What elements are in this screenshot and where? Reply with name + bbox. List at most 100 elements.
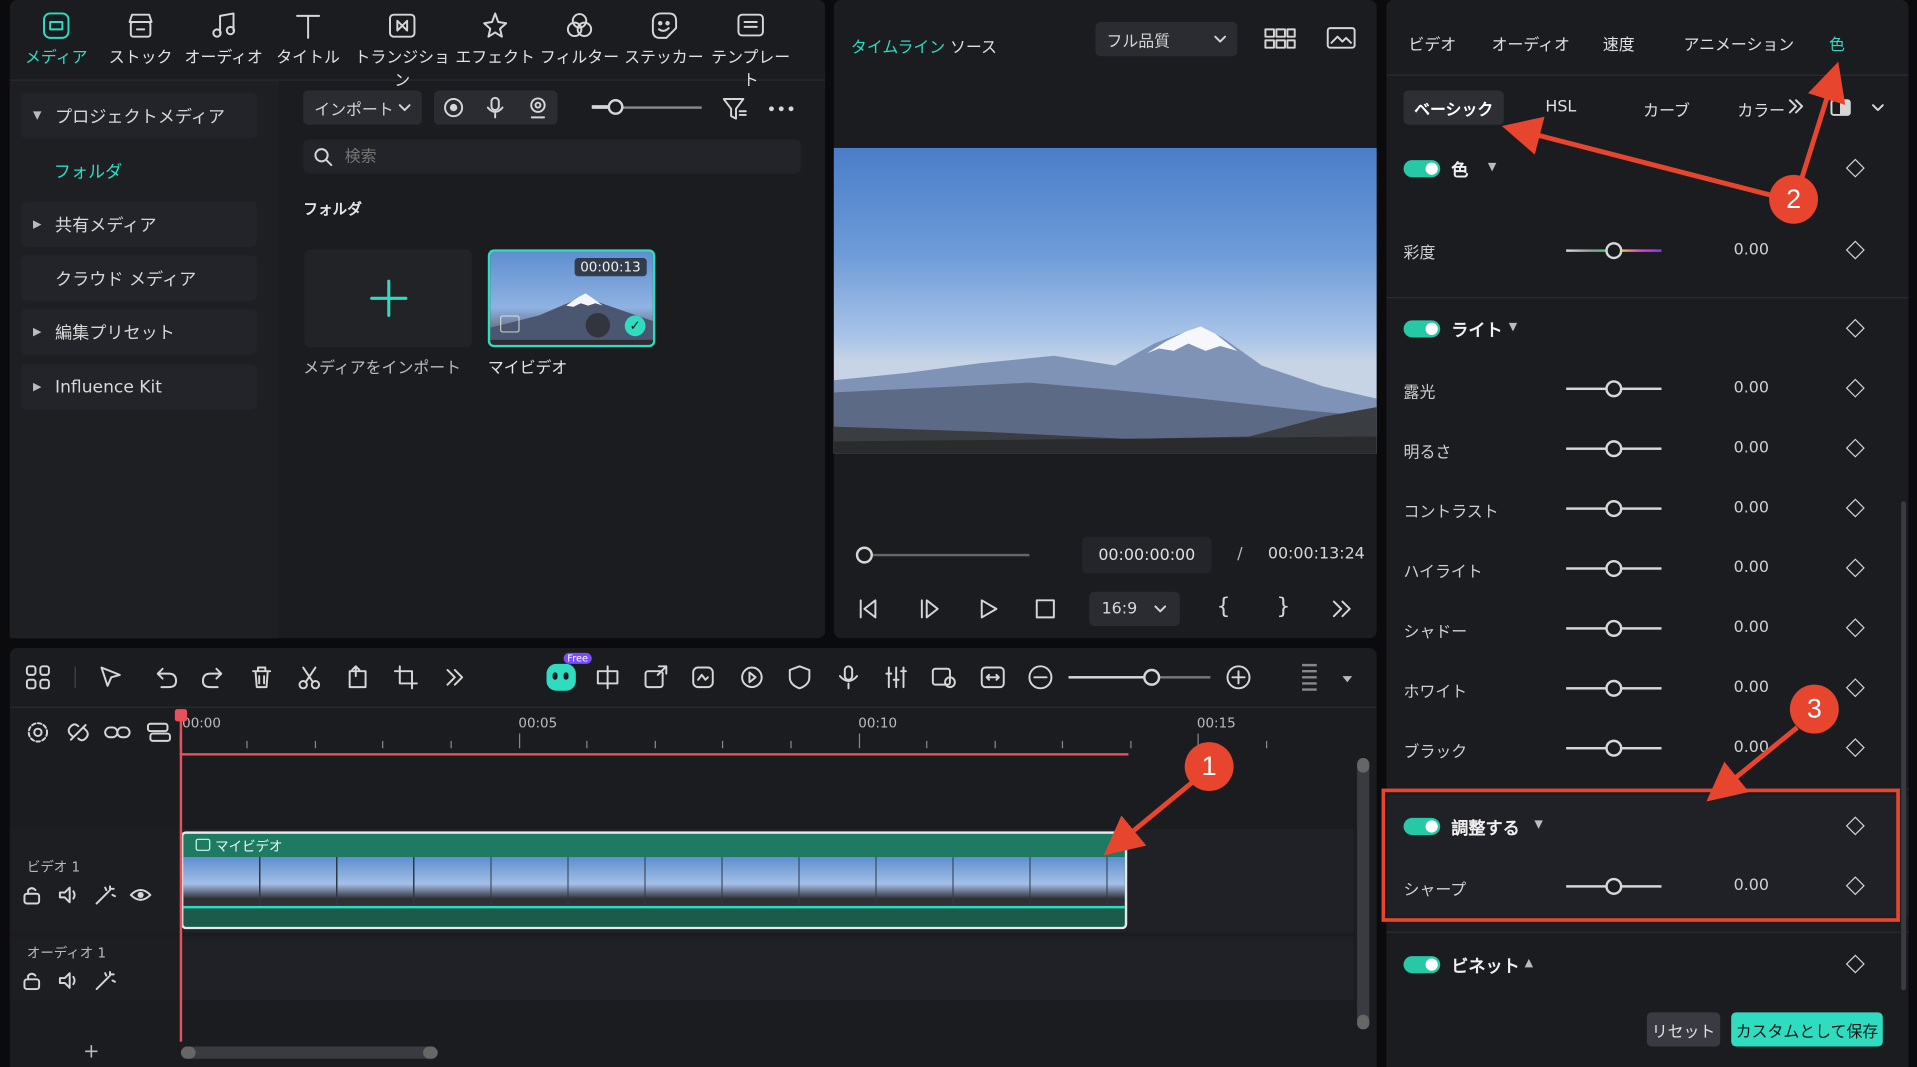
prev-frame-icon[interactable] xyxy=(856,597,880,621)
double-chevron-right-icon[interactable] xyxy=(1787,98,1804,115)
toolbar-sticker[interactable]: ステッカー xyxy=(620,7,708,67)
playhead[interactable] xyxy=(179,711,183,1042)
slider-knob[interactable] xyxy=(1605,242,1623,260)
white-slider[interactable] xyxy=(1566,679,1662,697)
collapse-caret-icon[interactable]: ▼ xyxy=(1509,322,1517,334)
search-input[interactable] xyxy=(344,144,785,169)
panel-tab-animation[interactable]: アニメーション xyxy=(1684,32,1795,55)
aspect-ratio-dropdown[interactable]: 16:9 xyxy=(1089,591,1180,626)
media-clip-thumbnail[interactable]: 00:00:13 ✓ xyxy=(487,249,656,348)
sidebar-cloud-media[interactable]: クラウド メディア xyxy=(20,255,257,301)
convert-icon[interactable] xyxy=(585,312,611,338)
black-value[interactable]: 0.00 xyxy=(1734,738,1769,756)
panel-tab-speed[interactable]: 速度 xyxy=(1603,32,1635,55)
caret-down-icon[interactable] xyxy=(1341,675,1353,685)
delete-icon[interactable] xyxy=(248,664,275,691)
grid-view-icon[interactable] xyxy=(1264,27,1296,51)
subtab-hsl[interactable]: HSL xyxy=(1545,98,1576,116)
panel-tab-video[interactable]: ビデオ xyxy=(1408,32,1456,55)
player-tab-source[interactable]: ソース xyxy=(950,34,997,57)
timeline-zoom-slider[interactable] xyxy=(1068,668,1211,686)
zoom-slider[interactable] xyxy=(591,99,702,115)
redo-icon[interactable] xyxy=(201,664,228,691)
subtab-basic[interactable]: ベーシック xyxy=(1403,90,1504,125)
slider-knob[interactable] xyxy=(1605,559,1623,578)
exposure-value[interactable]: 0.00 xyxy=(1734,379,1769,397)
playhead-handle[interactable] xyxy=(174,709,188,722)
eye-icon[interactable] xyxy=(129,885,152,905)
filter-funnel-icon[interactable] xyxy=(721,95,748,122)
playback-scrubber[interactable] xyxy=(855,546,1030,564)
sidebar-influence-kit[interactable]: ▶ Influence Kit xyxy=(20,364,257,410)
record-screen-icon[interactable] xyxy=(443,97,465,119)
timeline-video-clip[interactable]: マイビデオ xyxy=(180,831,1128,930)
player-tab-timeline[interactable]: タイムライン xyxy=(851,34,945,57)
zoom-slider-knob[interactable] xyxy=(607,99,624,115)
import-dropdown[interactable]: インポート xyxy=(303,90,422,125)
compare-view-icon[interactable] xyxy=(1829,98,1853,118)
toolbar-filter[interactable]: フィルター xyxy=(535,7,623,67)
saturation-value[interactable]: 0.00 xyxy=(1734,241,1769,259)
highlight-value[interactable]: 0.00 xyxy=(1734,559,1769,577)
toolbar-audio[interactable]: オーディオ xyxy=(180,7,268,67)
play-icon[interactable] xyxy=(976,597,1000,621)
more-options-icon[interactable] xyxy=(767,103,796,115)
subtab-curves[interactable]: カーブ xyxy=(1643,98,1690,121)
voiceover-mic-icon[interactable] xyxy=(835,664,862,691)
fit-timeline-icon[interactable] xyxy=(979,664,1006,691)
collapse-caret-icon[interactable]: ▼ xyxy=(1488,161,1496,173)
volume-icon[interactable] xyxy=(57,885,79,905)
save-custom-button[interactable]: カスタムとして保存 xyxy=(1731,1012,1883,1047)
toolbar-title[interactable]: タイトル xyxy=(264,7,352,67)
magic-wand-icon[interactable] xyxy=(94,885,116,905)
double-chevron-right-icon[interactable] xyxy=(441,664,468,691)
mark-in-button[interactable]: { xyxy=(1216,594,1230,620)
toolbar-transition[interactable]: トランジション xyxy=(350,7,455,90)
shadow-value[interactable]: 0.00 xyxy=(1734,619,1769,637)
mark-out-button[interactable]: } xyxy=(1276,594,1290,620)
webcam-icon[interactable] xyxy=(527,97,549,119)
auto-enhance-icon[interactable] xyxy=(690,664,717,691)
motion-tracking-icon[interactable] xyxy=(930,664,957,691)
link-icon[interactable] xyxy=(103,720,132,744)
add-marker-icon[interactable] xyxy=(642,664,669,691)
timeline-zoom-knob[interactable] xyxy=(1143,668,1161,686)
group-icon[interactable] xyxy=(145,720,172,744)
expand-caret-icon[interactable]: ▲ xyxy=(1525,957,1533,969)
highlight-slider[interactable] xyxy=(1566,559,1662,578)
add-track-button[interactable]: + xyxy=(83,1039,99,1062)
crop-icon[interactable] xyxy=(392,664,419,691)
sidebar-folder[interactable]: フォルダ xyxy=(54,159,122,183)
ai-mate-button[interactable]: Free xyxy=(546,652,592,691)
subtab-color-wheels[interactable]: カラー xyxy=(1737,98,1785,121)
double-chevron-right-icon[interactable] xyxy=(1329,597,1353,621)
snap-icon[interactable] xyxy=(594,664,621,691)
slider-knob[interactable] xyxy=(1605,739,1623,757)
white-value[interactable]: 0.00 xyxy=(1734,679,1769,697)
snapshot-icon[interactable] xyxy=(1326,26,1356,50)
brightness-slider[interactable] xyxy=(1566,440,1662,458)
sidebar-edit-presets[interactable]: ▶ 編集プリセット xyxy=(20,309,257,355)
panel-tab-color[interactable]: 色 xyxy=(1829,32,1845,55)
search-field[interactable] xyxy=(303,139,801,174)
stop-icon[interactable] xyxy=(1033,597,1057,621)
track-density-icon[interactable] xyxy=(1300,661,1320,693)
settings-gear-icon[interactable] xyxy=(26,720,50,744)
light-toggle[interactable] xyxy=(1403,320,1441,338)
toolbar-effect[interactable]: エフェクト xyxy=(451,7,539,67)
speed-icon[interactable] xyxy=(738,664,765,691)
lock-icon[interactable] xyxy=(22,885,42,905)
exposure-slider[interactable] xyxy=(1566,380,1662,398)
toolbar-media[interactable]: メディア xyxy=(12,7,100,67)
saturation-slider[interactable] xyxy=(1566,242,1662,260)
shadow-slider[interactable] xyxy=(1566,619,1662,637)
select-pointer-icon[interactable] xyxy=(98,664,125,691)
slider-knob[interactable] xyxy=(1605,440,1623,458)
zoom-out-icon[interactable] xyxy=(1027,664,1054,691)
vignette-toggle[interactable] xyxy=(1403,956,1441,974)
contrast-slider[interactable] xyxy=(1566,500,1662,518)
layout-grid-icon[interactable] xyxy=(24,664,51,691)
undo-icon[interactable] xyxy=(152,664,179,691)
slider-knob[interactable] xyxy=(1605,619,1623,637)
import-media-tile[interactable] xyxy=(304,249,472,348)
